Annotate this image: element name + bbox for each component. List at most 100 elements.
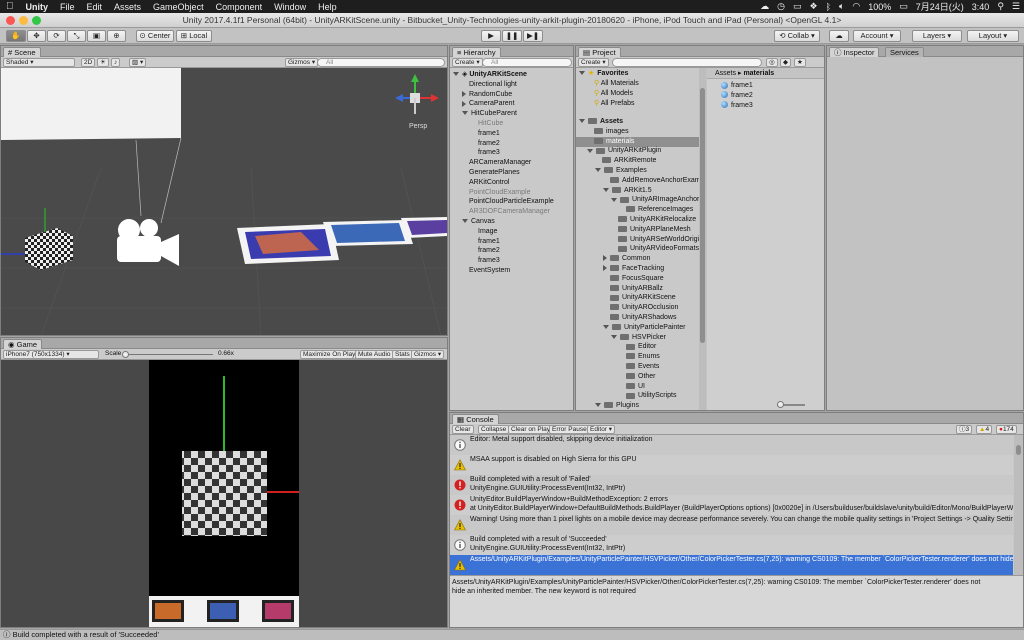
- console-clear-on-play-toggle[interactable]: Clear on Play: [508, 425, 554, 434]
- menubar-date[interactable]: 7月24日(火): [912, 0, 968, 13]
- expand-arrow-icon[interactable]: [462, 111, 468, 116]
- airplay-icon[interactable]: ▭: [789, 1, 806, 12]
- account-dropdown[interactable]: Account ▾: [853, 30, 901, 42]
- expand-arrow-icon[interactable]: [595, 168, 601, 173]
- console-scrollbar[interactable]: [1014, 435, 1023, 575]
- camera-gizmo-icon[interactable]: [117, 219, 179, 266]
- scene-viewport[interactable]: Persp: [1, 68, 447, 335]
- expand-arrow-icon[interactable]: [611, 334, 617, 339]
- menu-unity[interactable]: Unity: [20, 2, 55, 12]
- favorites-header[interactable]: ★ Favorites: [576, 69, 706, 79]
- project-folder-images[interactable]: images: [576, 127, 706, 137]
- battery-icon[interactable]: ▭: [895, 1, 912, 12]
- tab-console[interactable]: ▦ Console: [452, 414, 499, 424]
- console-clear-button[interactable]: Clear: [452, 425, 474, 434]
- hand-tool-button[interactable]: ✋: [6, 30, 26, 42]
- random-cube[interactable]: [25, 228, 73, 270]
- hierarchy-item-frame1[interactable]: frame1: [450, 129, 573, 139]
- breadcrumb-materials[interactable]: materials: [743, 70, 774, 77]
- zoom-window-button[interactable]: [32, 16, 41, 25]
- hierarchy-item-ar3dofcameramanager[interactable]: AR3DOFCameraManager: [450, 207, 573, 217]
- project-folder-materials[interactable]: materials: [576, 136, 706, 147]
- console-scroll-thumb[interactable]: [1016, 445, 1021, 455]
- gizmo-z-cone[interactable]: [395, 94, 403, 102]
- orientation-gizmo[interactable]: [389, 72, 441, 126]
- expand-arrow-icon[interactable]: [603, 324, 609, 329]
- tab-inspector[interactable]: ⓘ Inspector: [829, 47, 880, 57]
- console-editor-dropdown[interactable]: Editor ▾: [587, 425, 616, 434]
- console-error-pause-toggle[interactable]: Error Pause: [549, 425, 590, 434]
- expand-arrow-icon[interactable]: [603, 187, 609, 192]
- menu-assets[interactable]: Assets: [108, 2, 147, 12]
- scale-slider-track[interactable]: [123, 354, 213, 355]
- project-folder-plugins[interactable]: Plugins: [576, 401, 706, 410]
- project-folder-facetracking[interactable]: FaceTracking: [576, 264, 706, 274]
- hierarchy-item-generateplanes[interactable]: GeneratePlanes: [450, 168, 573, 178]
- console-collapse-toggle[interactable]: Collapse: [478, 425, 510, 434]
- console-entry-info[interactable]: Build completed with a result of 'Succee…: [450, 535, 1013, 555]
- favorite-all-models[interactable]: ⚲ All Models: [576, 89, 706, 99]
- mute-audio-toggle[interactable]: Mute Audio: [355, 350, 394, 359]
- cloud-icon[interactable]: ☁: [756, 1, 773, 12]
- tab-services[interactable]: Services: [885, 47, 924, 57]
- expand-arrow-icon[interactable]: [611, 197, 617, 202]
- console-entry-warn[interactable]: Assets/UnityARKitPlugin/Examples/UnityPa…: [450, 555, 1013, 575]
- rotate-tool-button[interactable]: ⟳: [47, 30, 66, 42]
- breadcrumb-assets[interactable]: Assets: [715, 70, 736, 77]
- scale-tool-button[interactable]: ⤡: [67, 30, 86, 42]
- expand-arrow-icon[interactable]: [462, 90, 466, 97]
- console-entry-warn[interactable]: Warning! Using more than 1 pixel lights …: [450, 515, 1013, 535]
- console-error-count-toggle[interactable]: ●174: [996, 425, 1017, 434]
- hierarchy-item-cameraparent[interactable]: CameraParent: [450, 99, 573, 109]
- project-folder-referenceimages[interactable]: ReferenceImages: [576, 205, 706, 215]
- hierarchy-item-frame3[interactable]: frame3: [450, 256, 573, 266]
- cloud-services-button[interactable]: ☁: [829, 30, 849, 42]
- collab-dropdown[interactable]: ⟲ Collab ▾: [774, 30, 820, 42]
- effects-toggle-icon[interactable]: ▨ ▾: [129, 58, 147, 67]
- project-folder-unityarimageanchor[interactable]: UnityARImageAnchor: [576, 195, 706, 205]
- rect-tool-button[interactable]: ▣: [87, 30, 106, 42]
- project-folder-addremoveanchorexample[interactable]: AddRemoveAnchorExample: [576, 176, 706, 186]
- transform-tool-button[interactable]: ⊕: [107, 30, 126, 42]
- scene-search-input[interactable]: All: [317, 58, 445, 67]
- hierarchy-item-pointcloudparticleexample[interactable]: PointCloudParticleExample: [450, 197, 573, 207]
- project-folder-enums[interactable]: Enums: [576, 352, 706, 362]
- project-folder-unityarballz[interactable]: UnityARBallz: [576, 284, 706, 294]
- console-entry-error[interactable]: UnityEditor.BuildPlayerWindow+BuildMetho…: [450, 495, 1013, 515]
- hierarchy-item-frame3[interactable]: frame3: [450, 148, 573, 158]
- project-folder-events[interactable]: Events: [576, 362, 706, 372]
- project-folder-editor[interactable]: Editor: [576, 342, 706, 352]
- hierarchy-item-pointcloudexample[interactable]: PointCloudExample: [450, 188, 573, 198]
- expand-arrow-icon[interactable]: [595, 403, 601, 408]
- layers-dropdown[interactable]: Layers ▾: [912, 30, 962, 42]
- expand-arrow-icon[interactable]: [587, 148, 593, 153]
- project-folder-unityarsetworldorigin[interactable]: UnityARSetWorldOrigin: [576, 235, 706, 245]
- menu-gameobject[interactable]: GameObject: [147, 2, 210, 12]
- expand-arrow-icon[interactable]: [603, 265, 607, 272]
- project-folder-examples[interactable]: Examples: [576, 166, 706, 176]
- scale-slider-thumb[interactable]: [122, 351, 129, 358]
- expand-arrow-icon[interactable]: [453, 72, 459, 77]
- menu-file[interactable]: File: [54, 2, 81, 12]
- project-folder-unityarplanemesh[interactable]: UnityARPlaneMesh: [576, 225, 706, 235]
- folder-tree-scrollbar[interactable]: [699, 68, 706, 410]
- expand-arrow-icon[interactable]: [603, 255, 607, 262]
- console-warn-count-toggle[interactable]: ▲4: [976, 425, 993, 434]
- shading-mode-dropdown[interactable]: Shaded ▾: [3, 58, 75, 67]
- project-folder-arkitremote[interactable]: ARKitRemote: [576, 156, 706, 166]
- game-screen[interactable]: [149, 360, 299, 627]
- expand-arrow-icon[interactable]: [462, 219, 468, 224]
- hierarchy-search-input[interactable]: All: [482, 58, 572, 67]
- search-by-label-icon[interactable]: ◆: [780, 58, 791, 67]
- project-folder-focussquare[interactable]: FocusSquare: [576, 274, 706, 284]
- hierarchy-create-dropdown[interactable]: Create ▾: [452, 58, 483, 67]
- scene-gizmos-dropdown[interactable]: Gizmos ▾: [285, 58, 319, 67]
- project-folder-assets[interactable]: Assets: [576, 117, 706, 127]
- tab-game[interactable]: ◉ Game: [3, 339, 43, 349]
- hierarchy-item-randomcube[interactable]: RandomCube: [450, 90, 573, 100]
- project-folder-ui[interactable]: UI: [576, 382, 706, 392]
- game-resolution-dropdown[interactable]: iPhone7 (750x1334) ▾: [3, 350, 99, 359]
- gizmo-x-cone[interactable]: [431, 94, 439, 102]
- menubar-time[interactable]: 3:40: [968, 2, 994, 12]
- play-button[interactable]: ▶: [481, 30, 501, 42]
